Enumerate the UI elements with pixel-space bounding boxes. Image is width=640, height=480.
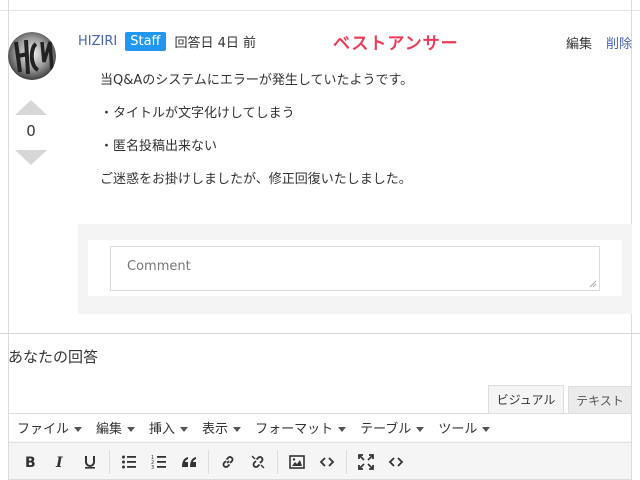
edit-link[interactable]: 編集 (566, 33, 592, 52)
caret-down-icon (416, 426, 425, 432)
delete-link[interactable]: 削除 (606, 33, 632, 52)
menu-view[interactable]: 表示 (202, 418, 242, 437)
bold-icon[interactable]: B (15, 447, 45, 477)
toolbar-separator (109, 449, 110, 474)
caret-down-icon (233, 426, 242, 432)
menu-tools-label: ツール (438, 422, 478, 437)
comment-wrapper: Comment (88, 240, 622, 296)
code-icon[interactable] (312, 447, 342, 477)
menu-format-label: フォーマット (255, 422, 334, 437)
vote-count: 0 (26, 122, 36, 140)
avatar[interactable] (8, 32, 56, 80)
menu-view-label: 表示 (202, 422, 229, 437)
menu-insert-label: 挿入 (149, 422, 176, 437)
your-answer-heading: あなたの回答 (8, 348, 99, 366)
menu-tools[interactable]: ツール (438, 418, 491, 437)
best-answer-label: ベストアンサー (333, 34, 459, 54)
answer-paragraph: 当Q&Aのシステムにエラーが発生していたようです。 (100, 73, 414, 88)
menu-edit-label: 編集 (96, 422, 123, 437)
answer-paragraph: ご迷惑をお掛けしましたが、修正回復いたしました。 (100, 172, 412, 187)
toolbar-separator (208, 449, 209, 474)
caret-down-icon (482, 426, 491, 432)
answer-body: 当Q&Aのシステムにエラーが発生していたようです。 ・タイトルが文字化けしてしま… (100, 72, 620, 204)
menu-file[interactable]: ファイル (17, 418, 83, 437)
menu-insert[interactable]: 挿入 (149, 418, 189, 437)
answer-header: HIZIRI Staff 回答日 4日 前 (78, 30, 256, 52)
answer-paragraph: ・タイトルが文字化けしてしまう (100, 106, 295, 121)
svg-text:B: B (25, 455, 36, 470)
left-border (8, 0, 9, 480)
editor-menubar: ファイル 編集 挿入 表示 フォーマット テーブル ツール (9, 414, 631, 441)
underline-icon[interactable] (75, 447, 105, 477)
top-divider (0, 10, 640, 11)
link-icon[interactable] (213, 447, 243, 477)
resize-grip-icon[interactable] (589, 280, 597, 288)
menu-table[interactable]: テーブル (360, 418, 425, 437)
menu-file-label: ファイル (17, 422, 70, 437)
caret-down-icon (338, 426, 347, 432)
author-link[interactable]: HIZIRI (78, 34, 117, 49)
comment-placeholder: Comment (127, 259, 191, 274)
blockquote-icon[interactable] (174, 447, 204, 477)
numbered-list-icon[interactable]: 123 (144, 447, 174, 477)
caret-down-icon (74, 426, 83, 432)
menu-format[interactable]: フォーマット (255, 418, 347, 437)
menu-edit[interactable]: 編集 (96, 418, 136, 437)
bullet-list-icon[interactable] (114, 447, 144, 477)
tab-text[interactable]: テキスト (568, 386, 632, 413)
vote-down-icon[interactable] (15, 150, 47, 165)
answered-date: 回答日 4日 前 (174, 35, 257, 51)
fullscreen-icon[interactable] (351, 447, 381, 477)
comment-section: Comment (78, 224, 632, 314)
section-divider (0, 333, 640, 334)
svg-text:3: 3 (151, 465, 154, 470)
staff-badge: Staff (125, 31, 166, 51)
caret-down-icon (180, 426, 189, 432)
toolbar-separator (277, 449, 278, 474)
answer-editor: ファイル 編集 挿入 表示 フォーマット テーブル ツール B I 123 (8, 413, 632, 480)
unlink-icon[interactable] (243, 447, 273, 477)
italic-icon[interactable]: I (45, 447, 75, 477)
caret-down-icon (127, 426, 136, 432)
editor-toolbar: B I 123 (9, 442, 631, 480)
comment-input[interactable]: Comment (110, 246, 600, 291)
vote-up-icon[interactable] (15, 100, 47, 115)
svg-text:I: I (55, 455, 63, 470)
image-icon[interactable] (282, 447, 312, 477)
source-code-icon[interactable] (381, 447, 411, 477)
menu-table-label: テーブル (360, 422, 412, 437)
answer-paragraph: ・匿名投稿出来ない (100, 139, 218, 154)
toolbar-separator (346, 449, 347, 474)
tab-visual[interactable]: ビジュアル (488, 385, 564, 413)
